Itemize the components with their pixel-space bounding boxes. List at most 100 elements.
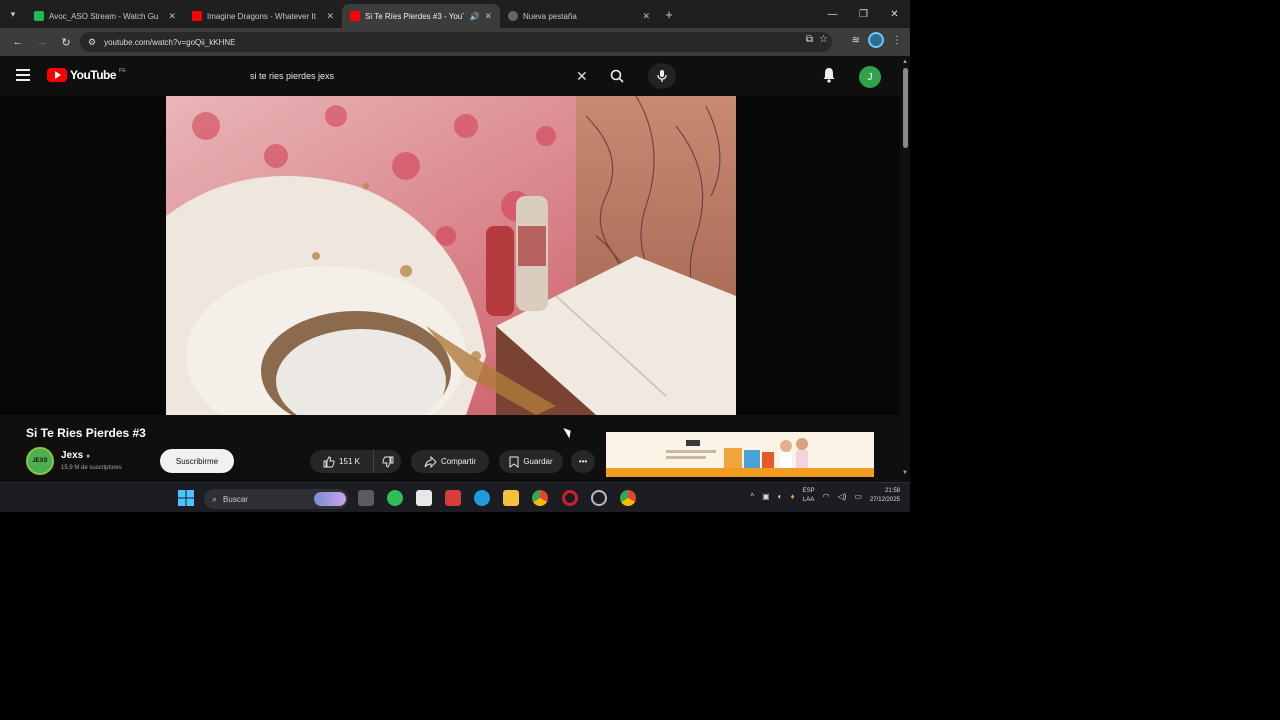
youtube-header: YouTube PE si te ries pierdes jexs ✕ J (0, 56, 900, 96)
tray-app-3-icon[interactable]: ♦ (790, 492, 794, 501)
chrome-profile-icon[interactable] (620, 490, 636, 506)
windows-taskbar: ⌕ Buscar ^ ▣ ◐ ♦ ESP LAA ◠ ◁) ▭ 21:58 27… (0, 482, 910, 512)
chrome-icon[interactable] (532, 490, 548, 506)
task-view-icon[interactable] (358, 490, 374, 506)
bookmark-icon (509, 456, 519, 468)
tab-3-active[interactable]: Si Te Ríes Pierdes #3 - YouT 🔊 ✕ (342, 4, 500, 28)
edge-icon[interactable] (474, 490, 490, 506)
search-query-text: si te ries pierdes jexs (250, 71, 335, 81)
clock-time: 21:58 (884, 488, 900, 494)
start-button[interactable] (178, 490, 194, 511)
search-icon (610, 69, 624, 83)
dislike-button[interactable] (373, 450, 401, 473)
tray-app-2-icon[interactable]: ◐ (778, 492, 783, 501)
windows-logo-icon (178, 490, 194, 506)
install-app-icon[interactable]: ⧉ (806, 34, 813, 45)
chevron-up-icon[interactable]: ^ (750, 492, 754, 501)
tab-1[interactable]: Avoc_ASO Stream - Watch Gu ✕ (26, 4, 184, 28)
taskbar-search[interactable]: ⌕ Buscar (204, 489, 348, 509)
like-count: 151 K (339, 457, 360, 466)
store-icon[interactable] (416, 490, 432, 506)
video-thumbnail-image (166, 96, 736, 415)
hamburger-menu-icon[interactable] (16, 69, 30, 81)
address-bar[interactable]: ⚙ youtube.com/watch?v=goQii_kKHNE ⧉ ☆ (80, 32, 832, 52)
browser-toolbar: ← → ↻ ⚙ youtube.com/watch?v=goQii_kKHNE … (0, 28, 910, 56)
settings-gear-icon[interactable] (591, 490, 607, 506)
tab-4[interactable]: Nueva pestaña ✕ (500, 4, 658, 28)
scrollbar-thumb[interactable] (903, 68, 908, 148)
url-text: youtube.com/watch?v=goQii_kKHNE (104, 37, 236, 47)
close-icon[interactable]: ✕ (642, 11, 650, 22)
wifi-icon[interactable]: ◠ (823, 492, 830, 501)
channel-avatar[interactable]: JEXS (26, 447, 54, 475)
account-avatar[interactable]: J (859, 66, 881, 88)
share-arrow-icon (424, 455, 437, 468)
maximize-button[interactable]: ❐ (848, 0, 879, 28)
thumbs-up-icon (323, 456, 335, 467)
profile-icon[interactable] (868, 32, 884, 48)
tab-1-title: Avoc_ASO Stream - Watch Gu (49, 11, 159, 21)
reload-button[interactable]: ↻ (54, 30, 78, 54)
notifications-bell-icon[interactable] (822, 67, 836, 88)
tab-search-button[interactable]: ▾ (0, 3, 26, 25)
youtube-region: PE (119, 68, 126, 74)
voice-search-button[interactable] (648, 63, 676, 89)
tab-2[interactable]: Imagine Dragons - Whatever It ✕ (184, 4, 342, 28)
video-title: Si Te Ries Pierdes #3 (26, 426, 146, 440)
tray-app-icon[interactable]: ▣ (762, 492, 770, 501)
language-code: ESP (802, 488, 815, 494)
scroll-up-arrow-icon[interactable]: ▲ (902, 59, 908, 65)
tab-strip: ▾ Avoc_ASO Stream - Watch Gu ✕ Imagine D… (0, 0, 910, 28)
clock[interactable]: 21:58 27/12/2025 (870, 487, 900, 505)
tab-2-favicon (192, 11, 202, 21)
search-button[interactable] (603, 63, 631, 89)
minimize-button[interactable]: — (817, 0, 848, 28)
whatsapp-icon[interactable] (387, 490, 403, 506)
file-explorer-icon[interactable] (503, 490, 519, 506)
site-info-icon[interactable]: ⚙ (88, 37, 96, 48)
save-label: Guardar (523, 457, 553, 466)
close-icon[interactable]: ✕ (168, 11, 176, 22)
tab-1-favicon (34, 11, 44, 21)
thumbs-down-icon (381, 456, 393, 467)
opera-icon[interactable] (562, 490, 578, 506)
speaker-icon[interactable]: 🔊 (469, 12, 479, 21)
search-input[interactable]: si te ries pierdes jexs (240, 63, 602, 89)
close-icon[interactable]: ✕ (326, 11, 334, 22)
close-icon[interactable]: ✕ (484, 11, 492, 22)
more-actions-button[interactable]: ••• (571, 450, 595, 473)
screen: ▾ Avoc_ASO Stream - Watch Gu ✕ Imagine D… (0, 0, 910, 512)
taskbar-search-label: Buscar (223, 494, 248, 504)
search-icon: ⌕ (212, 493, 218, 504)
share-button[interactable]: Compartir (411, 450, 489, 473)
more-horizontal-icon: ••• (578, 457, 588, 466)
youtube-logo[interactable]: YouTube PE (47, 68, 126, 82)
ad-banner[interactable] (606, 432, 874, 477)
bookmark-star-icon[interactable]: ☆ (819, 34, 828, 45)
subscribe-button[interactable]: Suscribirme (160, 449, 234, 473)
window-controls: — ❐ ✕ (817, 0, 910, 28)
youtube-logo-text: YouTube (70, 68, 117, 82)
office-icon[interactable] (445, 490, 461, 506)
save-button[interactable]: Guardar (499, 450, 563, 473)
video-frame[interactable] (166, 96, 736, 415)
volume-icon[interactable]: ◁) (838, 492, 847, 501)
channel-name[interactable]: Jexs ● (61, 450, 90, 461)
like-button[interactable]: 151 K (310, 450, 373, 473)
channel-name-text: Jexs (61, 450, 84, 461)
clear-search-icon[interactable]: ✕ (576, 68, 588, 85)
menu-kebab-icon[interactable]: ⋮ (892, 35, 902, 46)
extensions-icon[interactable]: ≋ (852, 35, 860, 46)
input-language[interactable]: ESP LAA (803, 487, 815, 505)
search-highlight-image (314, 492, 346, 506)
new-tab-button[interactable]: + (658, 7, 680, 22)
video-player[interactable] (0, 96, 900, 415)
battery-icon[interactable]: ▭ (854, 492, 862, 501)
back-button[interactable]: ← (6, 30, 30, 54)
close-window-button[interactable]: ✕ (879, 0, 910, 28)
tab-3-title: Si Te Ríes Pierdes #3 - YouT (365, 11, 465, 21)
forward-button[interactable]: → (30, 30, 54, 54)
mic-icon (657, 70, 667, 82)
mouse-cursor-icon (563, 425, 574, 439)
scroll-down-arrow-icon[interactable]: ▼ (902, 470, 908, 476)
